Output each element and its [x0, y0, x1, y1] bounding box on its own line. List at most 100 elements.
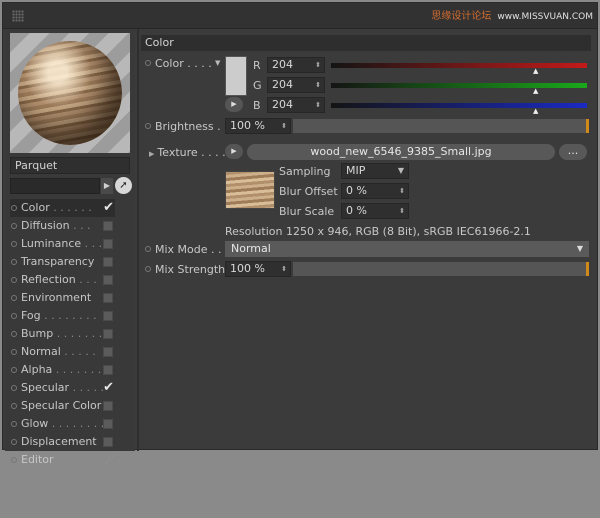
channel-normal[interactable]: Normal . . . . . [10, 343, 115, 361]
channel-checkbox[interactable] [103, 437, 113, 447]
spinner-icon[interactable]: ⬍ [315, 98, 321, 112]
channel-dot-icon [11, 331, 17, 337]
channel-label: Transparency [21, 255, 95, 268]
texture-file-button[interactable]: wood_new_6546_9385_Small.jpg [247, 144, 555, 160]
checkmark-icon[interactable]: ✔ [103, 199, 114, 217]
channel-dot-icon [11, 259, 17, 265]
filter-arrow-icon[interactable]: ▶ [101, 178, 113, 194]
panel-divider[interactable] [137, 29, 139, 451]
expand-arrow-icon[interactable]: ▶ [149, 150, 154, 158]
blur-offset-field[interactable]: 0 % ⬍ [341, 183, 409, 199]
channel-specular-color[interactable]: Specular Color [10, 397, 115, 415]
channel-environment[interactable]: Environment [10, 289, 115, 307]
mix-mode-select[interactable]: Normal ▼ [225, 241, 589, 257]
watermark: 思缘设计论坛 www.MISSVUAN.COM [431, 7, 593, 22]
r-slider[interactable] [331, 63, 587, 68]
channel-checkbox[interactable] [103, 347, 113, 357]
channel-luminance[interactable]: Luminance . . . [10, 235, 115, 253]
channel-specular[interactable]: Specular . . . . . ✔ [10, 379, 115, 397]
chevron-down-icon: ▼ [397, 166, 404, 175]
blur-offset-label: Blur Offset [279, 185, 338, 198]
channel-label: Luminance [21, 237, 82, 250]
slider-knob-icon[interactable]: ▲ [533, 87, 538, 95]
b-label: B [253, 99, 261, 112]
channel-label: Specular Color [21, 399, 102, 412]
material-name-field[interactable]: Parquet [10, 157, 130, 174]
slider-knob-icon[interactable]: ▲ [533, 107, 538, 115]
channel-color[interactable]: Color . . . . . . ✔ [10, 199, 115, 217]
drag-grip-icon[interactable] [12, 10, 24, 22]
channel-fog[interactable]: Fog . . . . . . . . [10, 307, 115, 325]
texture-thumbnail[interactable] [225, 171, 275, 209]
blur-scale-field[interactable]: 0 % ⬍ [341, 203, 409, 219]
channel-label: Glow [21, 417, 49, 430]
channel-displacement[interactable]: Displacement [10, 433, 115, 451]
channel-checkbox[interactable] [103, 293, 113, 303]
material-preview[interactable] [10, 33, 130, 153]
pointer-icon[interactable]: ➚ [115, 177, 132, 194]
channel-checkbox[interactable] [103, 221, 113, 231]
channel-label: Reflection [21, 273, 76, 286]
properties-panel: Color Color . . . . ▼ R 204 ⬍ ▲ G 204 ⬍ ▲ … [141, 29, 593, 451]
channel-checkbox[interactable] [103, 401, 113, 411]
resolution-info: Resolution 1250 x 946, RGB (8 Bit), sRGB… [225, 225, 531, 238]
channel-transparency[interactable]: Transparency [10, 253, 115, 271]
checkmark-icon[interactable]: ✔ [103, 379, 114, 397]
spinner-icon[interactable]: ⬍ [281, 262, 287, 276]
spinner-icon[interactable]: ⬍ [315, 78, 321, 92]
channel-dot-icon [11, 367, 17, 373]
channel-checkbox[interactable] [103, 329, 113, 339]
resize-grip-icon[interactable]: ⋰ [105, 451, 114, 469]
g-value-field[interactable]: 204 ⬍ [267, 77, 325, 93]
mix-strength-field[interactable]: 100 % ⬍ [225, 261, 291, 277]
channel-bump[interactable]: Bump . . . . . . . [10, 325, 115, 343]
channel-label: Specular [21, 381, 70, 394]
channel-checkbox[interactable] [103, 419, 113, 429]
animate-dot-icon[interactable] [145, 266, 151, 272]
channel-alpha[interactable]: Alpha . . . . . . . [10, 361, 115, 379]
spinner-icon[interactable]: ⬍ [399, 204, 405, 218]
channel-reflection[interactable]: Reflection . . . [10, 271, 115, 289]
color-label: Color . . . . [145, 57, 212, 70]
channel-checkbox[interactable] [103, 257, 113, 267]
play-icon[interactable]: ▶ [225, 97, 243, 112]
channel-dot-icon [11, 295, 17, 301]
channel-filter-input[interactable] [10, 178, 100, 194]
b-slider[interactable] [331, 103, 587, 108]
channel-label: Environment [21, 291, 92, 304]
brightness-slider[interactable] [293, 119, 589, 133]
channel-glow[interactable]: Glow . . . . . . . . [10, 415, 115, 433]
spinner-icon[interactable]: ⬍ [399, 184, 405, 198]
brightness-field[interactable]: 100 % ⬍ [225, 118, 291, 134]
slider-knob-icon[interactable]: ▲ [533, 67, 538, 75]
channel-dot-icon [11, 223, 17, 229]
animate-dot-icon[interactable] [145, 60, 151, 66]
sampling-select[interactable]: MIP ▼ [341, 163, 409, 179]
section-title: Color [141, 35, 591, 51]
channel-checkbox[interactable] [103, 239, 113, 249]
animate-dot-icon[interactable] [145, 123, 151, 129]
channel-dot-icon [11, 439, 17, 445]
sampling-label: Sampling [279, 165, 331, 178]
r-value-field[interactable]: 204 ⬍ [267, 57, 325, 73]
blur-scale-label: Blur Scale [279, 205, 335, 218]
channel-label: Diffusion [21, 219, 70, 232]
channel-checkbox[interactable] [103, 311, 113, 321]
mix-strength-slider[interactable] [293, 262, 589, 276]
channel-editor[interactable]: Editor . . . . . . . ⋰ [10, 451, 115, 469]
channel-list: Color . . . . . . ✔ Diffusion . . . Lumin… [10, 199, 115, 469]
channel-checkbox[interactable] [103, 275, 113, 285]
material-sphere-preview [18, 41, 122, 145]
animate-dot-icon[interactable] [145, 246, 151, 252]
color-swatch[interactable] [225, 56, 247, 96]
expand-triangle-icon[interactable]: ▼ [215, 59, 220, 67]
spinner-icon[interactable]: ⬍ [281, 119, 287, 133]
channel-checkbox[interactable] [103, 365, 113, 375]
b-value-field[interactable]: 204 ⬍ [267, 97, 325, 113]
channel-diffusion[interactable]: Diffusion . . . [10, 217, 115, 235]
spinner-icon[interactable]: ⬍ [315, 58, 321, 72]
g-slider[interactable] [331, 83, 587, 88]
texture-play-icon[interactable]: ▶ [225, 144, 243, 159]
browse-button[interactable]: ... [559, 144, 587, 160]
material-editor-window: 思缘设计论坛 www.MISSVUAN.COM Parquet ▶ ➚ Color… [2, 2, 598, 466]
